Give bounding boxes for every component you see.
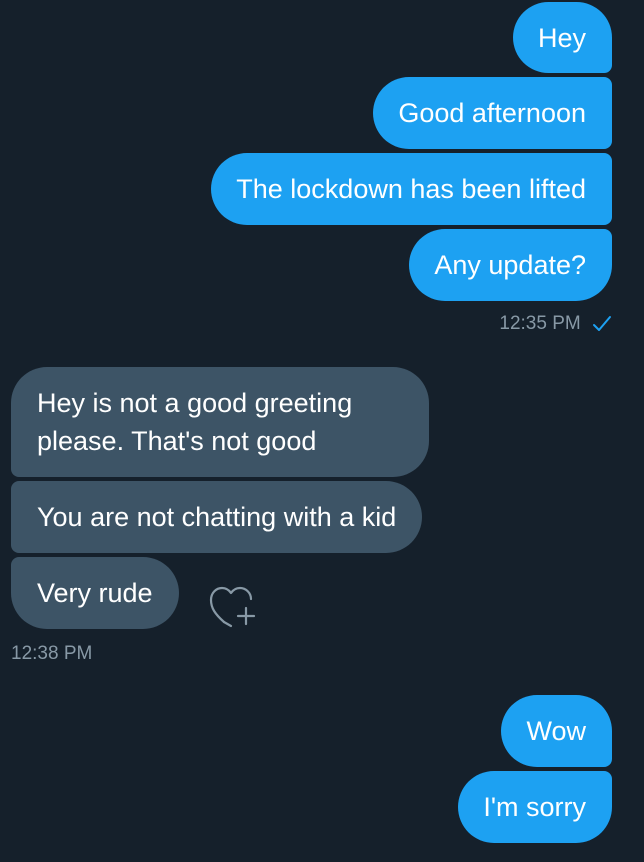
conversation-view: Hey Good afternoon The lockdown has been… xyxy=(0,0,644,862)
message-text: Hey is not a good greeting please. That'… xyxy=(37,388,353,456)
timestamp-text: 12:38 PM xyxy=(11,643,93,664)
received-message-1[interactable]: Hey is not a good greeting please. That'… xyxy=(11,367,429,477)
message-text: Any update? xyxy=(434,250,586,280)
message-text: The lockdown has been lifted xyxy=(236,174,586,204)
sent-message-2[interactable]: Good afternoon xyxy=(373,77,612,149)
message-timestamp: 12:35 PM xyxy=(499,313,612,335)
react-button[interactable] xyxy=(209,584,259,628)
sent-message-5[interactable]: Wow xyxy=(501,695,612,767)
received-message-2[interactable]: You are not chatting with a kid xyxy=(11,481,423,553)
message-text: Good afternoon xyxy=(398,98,586,128)
received-message-3[interactable]: Very rude xyxy=(11,557,179,629)
message-text: Wow xyxy=(526,716,586,746)
heart-add-icon xyxy=(209,586,256,628)
message-timestamp: 12:38 PM xyxy=(11,643,92,665)
sent-message-3[interactable]: The lockdown has been lifted xyxy=(211,153,612,225)
message-text: I'm sorry xyxy=(483,792,586,822)
message-text: You are not chatting with a kid xyxy=(37,502,397,532)
timestamp-text: 12:35 PM xyxy=(499,313,581,334)
checkmark-icon xyxy=(593,315,611,331)
message-text: Very rude xyxy=(37,578,153,608)
message-text: Hey xyxy=(537,22,586,53)
sent-message-1[interactable]: Hey xyxy=(512,2,612,73)
sent-message-4[interactable]: Any update? xyxy=(409,229,612,301)
sent-message-6[interactable]: I'm sorry xyxy=(458,771,612,843)
